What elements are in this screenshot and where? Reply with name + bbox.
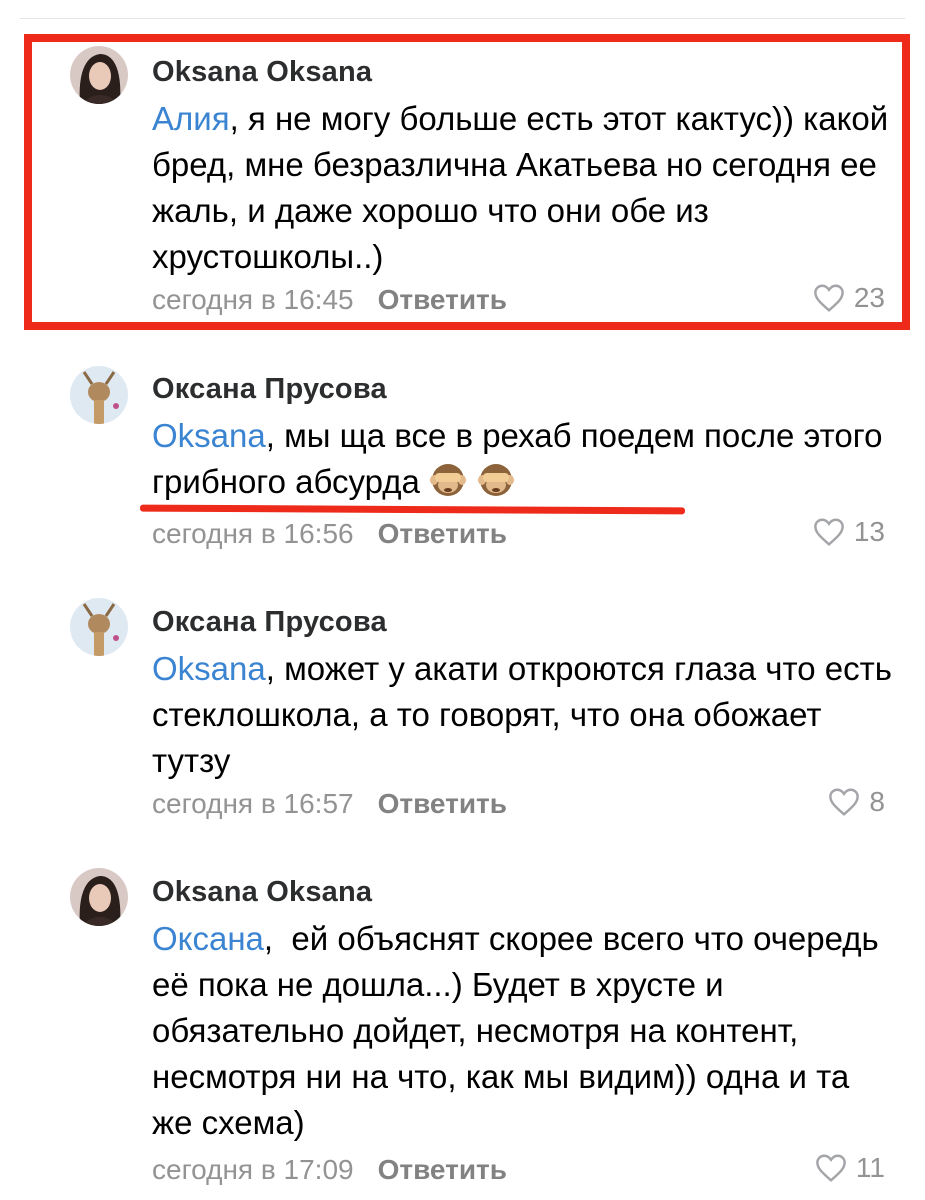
reply-button[interactable]: Ответить bbox=[378, 788, 507, 819]
comment-timestamp: сегодня в 16:57 bbox=[152, 788, 354, 819]
avatar[interactable] bbox=[70, 46, 128, 104]
heart-icon bbox=[816, 1154, 846, 1182]
comment-meta: сегодня в 16:57 Ответить bbox=[152, 788, 507, 820]
highlight-underline bbox=[139, 504, 686, 515]
comment-author[interactable]: Oksana Oksana bbox=[152, 876, 372, 909]
comment-text: Алия, я не могу больше есть этот кактус)… bbox=[152, 100, 889, 275]
comment-meta: сегодня в 16:45 Ответить bbox=[152, 284, 507, 316]
like-count: 11 bbox=[855, 1152, 885, 1183]
comment-meta: сегодня в 16:56 Ответить bbox=[152, 518, 507, 550]
comment-timestamp: сегодня в 16:45 bbox=[152, 284, 354, 315]
mention-link[interactable]: Оксана bbox=[152, 920, 264, 957]
top-divider bbox=[20, 18, 905, 19]
reply-button[interactable]: Ответить bbox=[378, 518, 507, 549]
comment-text: Oksana, может у акати откроются глаза чт… bbox=[152, 650, 892, 779]
comment-timestamp: сегодня в 17:09 bbox=[152, 1154, 354, 1185]
comment-author[interactable]: Oksana Oksana bbox=[152, 56, 372, 89]
avatar[interactable] bbox=[70, 366, 128, 424]
heart-icon bbox=[813, 284, 844, 312]
like-count: 8 bbox=[869, 786, 885, 817]
comment-timestamp: сегодня в 16:56 bbox=[152, 518, 354, 549]
mention-link[interactable]: Алия bbox=[152, 100, 230, 137]
see-no-evil-monkey-icon bbox=[477, 464, 514, 496]
reply-button[interactable]: Ответить bbox=[378, 1154, 507, 1185]
like-button[interactable]: 13 bbox=[812, 516, 885, 548]
like-count: 23 bbox=[853, 282, 885, 313]
reply-button[interactable]: Ответить bbox=[378, 284, 507, 315]
like-button[interactable]: 8 bbox=[827, 786, 885, 818]
like-count: 13 bbox=[853, 516, 885, 547]
avatar[interactable] bbox=[70, 868, 128, 926]
see-no-evil-monkey-icon bbox=[429, 464, 466, 496]
comment-author[interactable]: Оксана Прусова bbox=[152, 373, 387, 406]
like-button[interactable]: 11 bbox=[814, 1152, 885, 1184]
mention-link[interactable]: Oksana bbox=[152, 650, 266, 687]
comment-author[interactable]: Оксана Прусова bbox=[152, 606, 387, 639]
comment-meta: сегодня в 17:09 Ответить bbox=[152, 1154, 507, 1186]
comment-text: Оксана, ей объяснят скорее всего что оче… bbox=[152, 920, 888, 1141]
heart-icon bbox=[829, 788, 860, 816]
avatar[interactable] bbox=[70, 598, 128, 656]
comment-text: Oksana, мы ща все в рехаб поедем после э… bbox=[152, 417, 883, 500]
like-button[interactable]: 23 bbox=[812, 282, 885, 314]
heart-icon bbox=[813, 518, 844, 546]
mention-link[interactable]: Oksana bbox=[152, 417, 266, 454]
